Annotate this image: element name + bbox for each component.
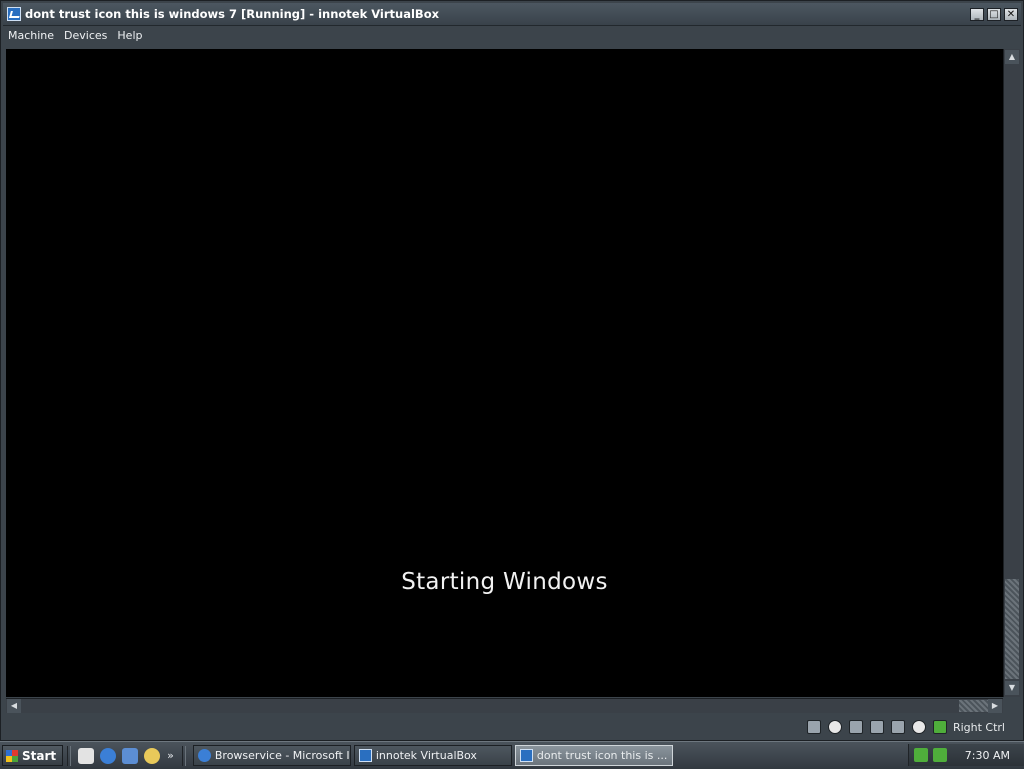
close-button[interactable]: ✕: [1004, 7, 1018, 21]
task-button-vm-window[interactable]: dont trust icon this is ...: [514, 745, 673, 766]
task-label: dont trust icon this is ...: [536, 749, 668, 762]
host-key-label: Right Ctrl: [952, 720, 1005, 734]
virtualbox-icon[interactable]: [7, 7, 21, 21]
maximize-button[interactable]: □: [987, 7, 1001, 21]
status-bar: Right Ctrl: [3, 716, 1021, 738]
start-button[interactable]: Start: [2, 745, 64, 766]
minimize-button[interactable]: _: [970, 7, 984, 21]
scroll-right-arrow[interactable]: ▶: [988, 699, 1002, 713]
virtualbox-window: dont trust icon this is windows 7 [Runni…: [0, 0, 1024, 741]
menu-machine[interactable]: Machine: [3, 29, 59, 42]
horizontal-scrollbar[interactable]: ◀ ▶: [6, 698, 1003, 713]
search-icon[interactable]: [144, 747, 161, 764]
virtualbox-icon: [358, 749, 372, 762]
shared-folders-icon[interactable]: [890, 720, 905, 734]
window-title: dont trust icon this is windows 7 [Runni…: [25, 7, 440, 21]
task-button-virtualbox[interactable]: innotek VirtualBox: [353, 745, 512, 766]
title-bar[interactable]: dont trust icon this is windows 7 [Runni…: [3, 3, 1021, 26]
network-icon[interactable]: [869, 720, 884, 734]
task-label: Browservice - Microsoft I...: [214, 749, 351, 762]
safely-remove-tray-icon[interactable]: [933, 748, 947, 762]
email-icon[interactable]: [122, 747, 139, 764]
vm-display[interactable]: Starting Windows: [6, 49, 1003, 697]
vertical-scrollbar[interactable]: ▲ ▼: [1003, 49, 1020, 697]
mouse-integration-icon[interactable]: [911, 720, 926, 734]
taskbar-separator: [181, 745, 186, 766]
task-button-browservice[interactable]: Browservice - Microsoft I...: [192, 745, 351, 766]
internet-explorer-icon[interactable]: [100, 747, 117, 764]
horizontal-scroll-thumb[interactable]: [959, 700, 989, 712]
task-label: innotek VirtualBox: [375, 749, 477, 762]
scroll-left-arrow[interactable]: ◀: [7, 699, 21, 713]
internet-explorer-icon: [197, 749, 211, 762]
cd-dvd-icon[interactable]: [827, 720, 842, 734]
system-tray: 7:30 AM: [908, 744, 1024, 766]
taskbar: Start » Browservice - Microsoft I... inn…: [0, 741, 1024, 769]
quick-launch-overflow-chevron[interactable]: »: [167, 749, 174, 762]
hard-disk-icon[interactable]: [806, 720, 821, 734]
taskbar-separator: [67, 745, 72, 766]
scroll-up-arrow[interactable]: ▲: [1005, 50, 1019, 64]
host-key-icon: [932, 720, 947, 734]
windows-logo-icon: [6, 749, 18, 762]
vertical-scroll-thumb[interactable]: [1005, 579, 1019, 679]
menu-bar: Machine Devices Help: [3, 26, 1021, 44]
scroll-down-arrow[interactable]: ▼: [1005, 681, 1019, 695]
network-tray-icon[interactable]: [914, 748, 928, 762]
boot-message: Starting Windows: [401, 569, 608, 595]
floppy-icon[interactable]: [848, 720, 863, 734]
menu-devices[interactable]: Devices: [59, 29, 112, 42]
documents-icon[interactable]: [78, 747, 95, 764]
menu-help[interactable]: Help: [112, 29, 147, 42]
start-label: Start: [22, 748, 57, 763]
clock[interactable]: 7:30 AM: [965, 749, 1010, 762]
virtualbox-icon: [519, 749, 533, 762]
